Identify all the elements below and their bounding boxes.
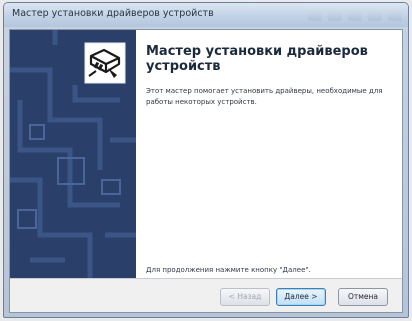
cancel-button[interactable]: Отмена [338, 288, 388, 306]
title-glow-icon [308, 7, 322, 21]
wizard-window: Мастер установки драйверов устройств Мас… [3, 2, 409, 318]
wizard-description: Этот мастер помогает установить драйверы… [146, 87, 383, 106]
title-bar-decoration [308, 7, 402, 21]
wizard-sidebar-banner [10, 30, 136, 278]
wizard-button-bar: < Назад Далее > Отмена [10, 279, 402, 312]
device-driver-icon [84, 42, 126, 84]
wizard-content-panel: Мастер установки драйверов устройств Это… [136, 30, 402, 278]
wizard-client-area: Мастер установки драйверов устройств Это… [9, 29, 403, 313]
next-button[interactable]: Далее > [276, 288, 326, 306]
window-title: Мастер установки драйверов устройств [12, 8, 214, 19]
title-glow-icon [368, 7, 382, 21]
title-glow-icon [328, 7, 342, 21]
continue-instruction: Для продолжения нажмите кнопку "Далее". [146, 266, 311, 274]
title-bar[interactable]: Мастер установки драйверов устройств [4, 3, 408, 27]
title-glow-icon [348, 7, 362, 21]
title-glow-icon [388, 7, 402, 21]
back-button[interactable]: < Назад [220, 288, 270, 306]
wizard-heading: Мастер установки драйверов устройств [146, 44, 368, 74]
